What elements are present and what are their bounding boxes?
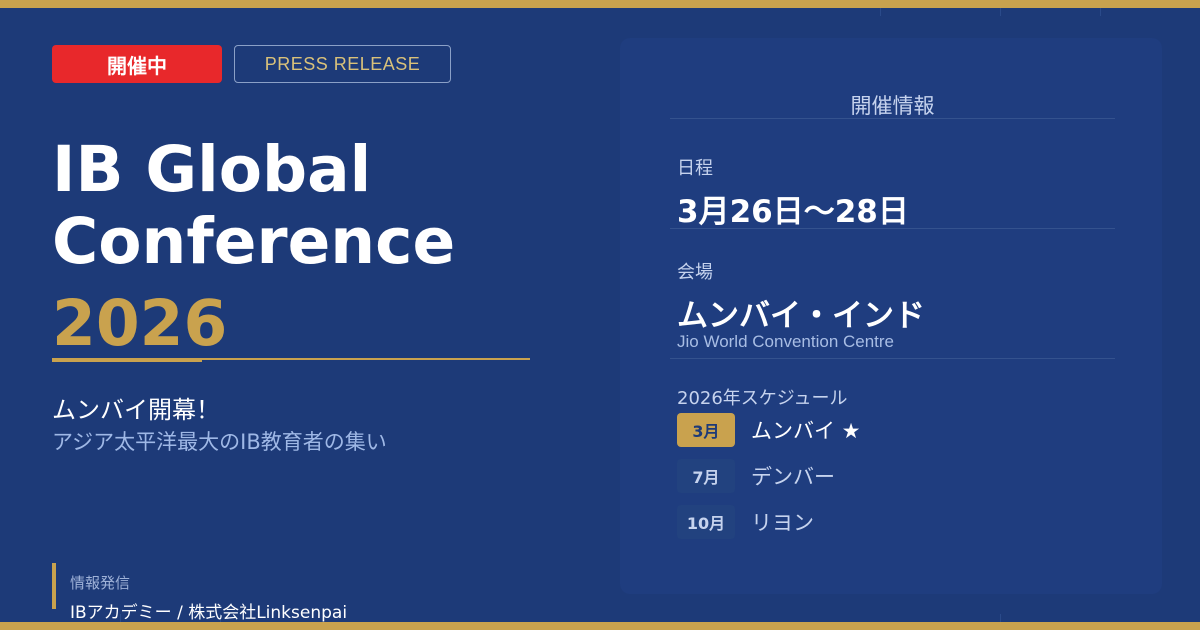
bottom-accent-bar xyxy=(0,622,1200,630)
schedule-city: ムンバイ ★ xyxy=(751,419,861,443)
live-status-badge: 開催中 xyxy=(52,45,222,83)
panel-divider xyxy=(670,118,1115,119)
top-divider-tick xyxy=(1000,8,1001,16)
bottom-divider-tick xyxy=(1000,614,1001,622)
schedule-month-badge: 10月 xyxy=(677,505,735,539)
conference-year: 2026 xyxy=(52,287,228,360)
publisher-value: IBアカデミー / 株式会社Linksenpai xyxy=(70,603,348,623)
top-accent-bar xyxy=(0,0,1200,8)
panel-divider xyxy=(670,358,1115,359)
schedule-row: 7月 デンバー xyxy=(677,459,835,493)
schedule-label: 2026年スケジュール xyxy=(677,388,848,409)
schedule-row: 3月 ムンバイ ★ xyxy=(677,413,861,447)
schedule-month-badge: 7月 xyxy=(677,459,735,493)
venue-english-name: Jio World Convention Centre xyxy=(677,332,895,351)
panel-divider xyxy=(670,228,1115,229)
venue-value: ムンバイ・インド xyxy=(677,298,925,334)
press-release-badge: PRESS RELEASE xyxy=(234,45,451,83)
title-line-2: Conference xyxy=(52,205,456,278)
date-label: 日程 xyxy=(677,158,713,179)
title-underline xyxy=(202,358,530,360)
event-info-title: 開催情報 xyxy=(850,94,935,118)
hero-tagline: アジア太平洋最大のIB教育者の集い xyxy=(52,430,387,454)
hero-subtitle: ムンバイ開幕！ xyxy=(52,396,220,424)
venue-label: 会場 xyxy=(677,262,713,283)
title-underline-accent xyxy=(52,358,202,362)
schedule-city: デンバー xyxy=(751,465,835,489)
conference-title: IB Global Conference xyxy=(52,134,572,278)
publisher-accent-bar xyxy=(52,563,56,609)
schedule-month-badge: 3月 xyxy=(677,413,735,447)
date-value: 3月26日〜28日 xyxy=(677,194,909,230)
schedule-city: リヨン xyxy=(751,511,814,535)
top-divider-tick xyxy=(1100,8,1101,16)
schedule-row: 10月 リヨン xyxy=(677,505,814,539)
title-line-1: IB Global xyxy=(52,133,372,206)
publisher-label: 情報発信 xyxy=(70,574,131,592)
top-divider-tick xyxy=(880,8,881,16)
